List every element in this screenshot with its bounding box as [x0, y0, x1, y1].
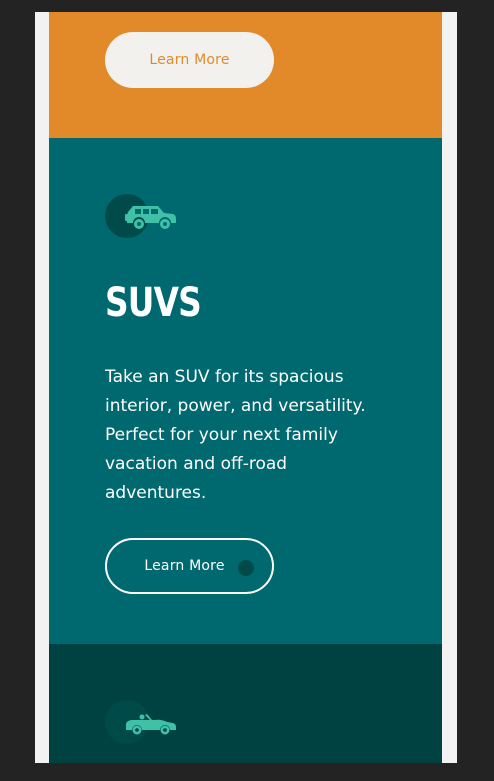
luxury-section — [49, 644, 442, 763]
orange-section: Learn More — [49, 12, 442, 138]
learn-more-button-label: Learn More — [144, 558, 225, 574]
learn-more-button-suvs[interactable]: Learn More — [105, 538, 274, 594]
content-column: Learn More SUVS Take an SUV for its spac… — [49, 12, 442, 763]
cursor-dot-icon — [238, 560, 254, 576]
learn-more-button-label: Learn More — [149, 52, 230, 68]
convertible-car-icon — [126, 714, 176, 735]
suv-icon-wrapper — [105, 194, 179, 240]
suvs-section: SUVS Take an SUV for its spacious interi… — [49, 138, 442, 644]
convertible-icon-wrapper — [105, 700, 179, 746]
page-frame: Learn More SUVS Take an SUV for its spac… — [35, 12, 457, 763]
suv-icon — [125, 206, 176, 229]
section-title: SUVS — [105, 280, 202, 326]
section-description: Take an SUV for its spacious interior, p… — [105, 367, 366, 503]
learn-more-button-orange[interactable]: Learn More — [105, 32, 274, 88]
